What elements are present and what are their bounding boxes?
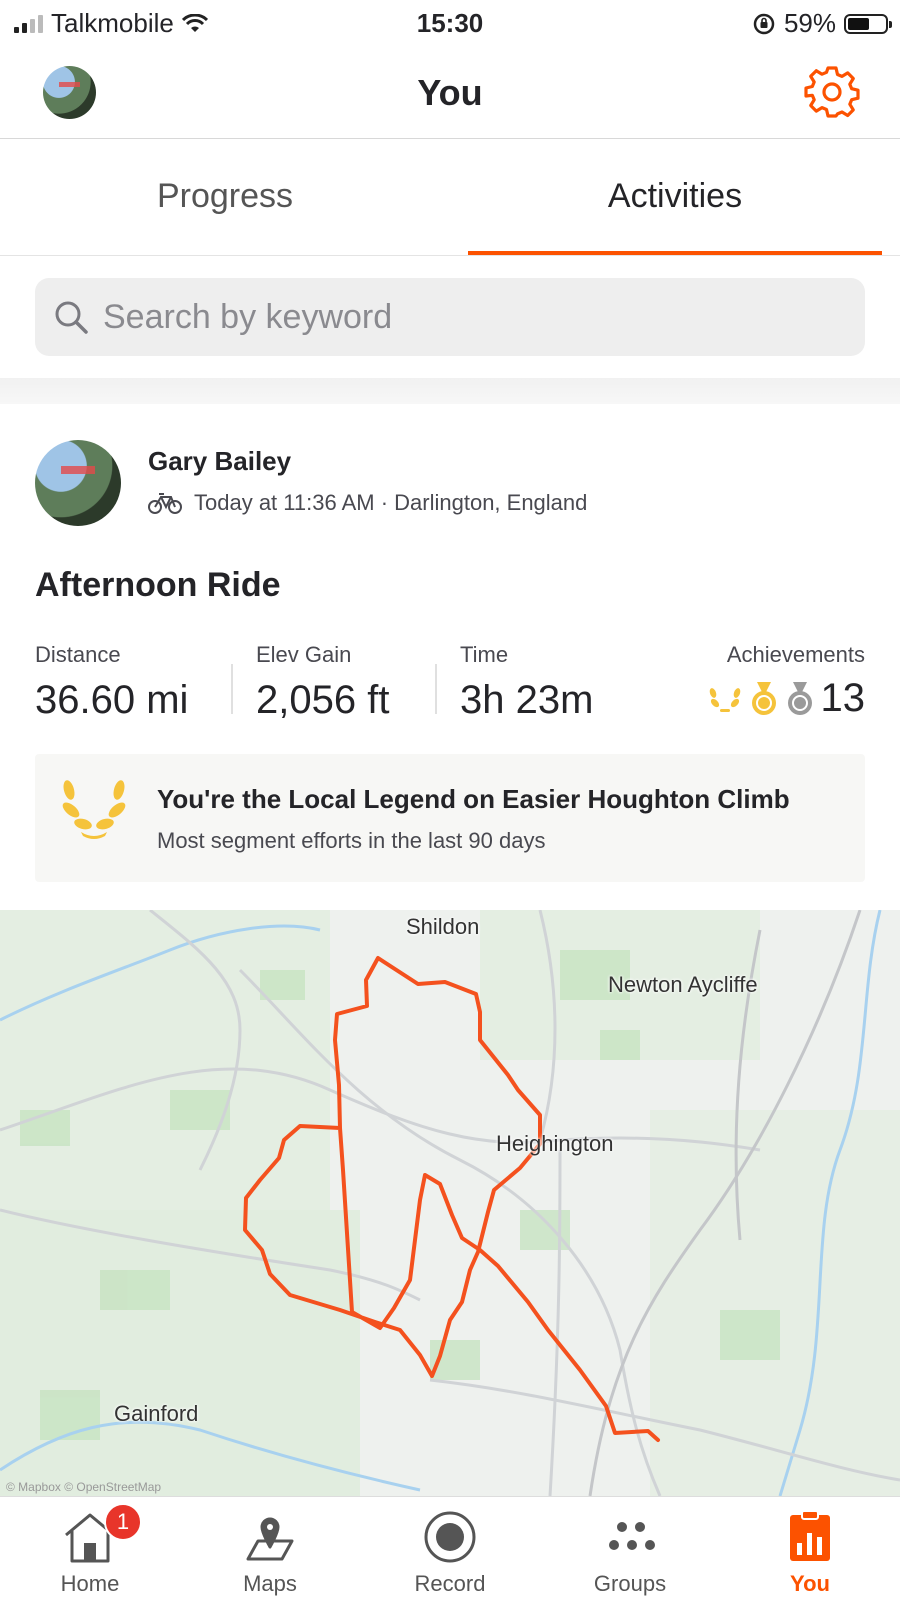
stat-divider — [231, 664, 233, 714]
achievement-count: 13 — [820, 676, 866, 720]
notification-badge: 1 — [104, 1503, 142, 1541]
stat-label: Time — [460, 642, 509, 667]
local-legend-subtitle: Most segment efforts in the last 90 days — [157, 828, 546, 853]
map-label-shildon: Shildon — [406, 914, 480, 939]
status-bar: Talkmobile 15:30 59% — [0, 0, 900, 46]
activity-card[interactable]: Gary Bailey Today at 11:36 AM · Darlingt… — [0, 404, 900, 1496]
stat-elev-gain: Elev Gain 2,056 ft — [256, 642, 389, 723]
active-tab-indicator — [468, 251, 882, 255]
local-legend-title: You're the Local Legend on Easier Hought… — [157, 784, 790, 814]
bottom-nav: 1 Home Maps Record Groups You — [0, 1496, 900, 1601]
search-bar[interactable] — [35, 278, 865, 356]
search-section — [0, 256, 900, 378]
nav-home-label: Home — [60, 1571, 120, 1596]
status-right: 59% — [752, 8, 892, 39]
top-header: You — [0, 46, 900, 139]
stat-time: Time 3h 23m — [460, 642, 593, 723]
route-map[interactable]: Shildon Newton Aycliffe Heighington Gain… — [0, 910, 900, 1496]
battery-icon — [844, 13, 892, 34]
tab-activities-label: Activities — [607, 177, 743, 215]
stat-value: 3h 23m — [460, 678, 594, 722]
athlete-name[interactable]: Gary Bailey — [148, 446, 291, 477]
stat-label: Distance — [35, 642, 121, 667]
groups-icon — [609, 1522, 655, 1550]
map-attribution[interactable]: © Mapbox © OpenStreetMap — [6, 1480, 161, 1494]
bike-icon — [148, 493, 182, 514]
silver-medal-icon — [787, 681, 812, 715]
laurel-icon — [709, 687, 740, 712]
search-input[interactable] — [101, 296, 805, 338]
battery-percent: 59% — [783, 8, 836, 38]
nav-record[interactable]: Record — [360, 1497, 540, 1601]
stat-value: 36.60 mi — [35, 678, 189, 722]
record-icon — [424, 1511, 476, 1563]
local-legend-laurel-icon — [62, 780, 126, 839]
nav-home[interactable]: 1 Home — [0, 1497, 180, 1601]
athlete-avatar[interactable] — [35, 440, 121, 526]
nav-maps[interactable]: Maps — [180, 1497, 360, 1601]
tab-progress[interactable]: Progress — [0, 138, 450, 255]
map-label-newton-aycliffe: Newton Aycliffe — [608, 972, 758, 997]
gold-medal-icon — [751, 681, 776, 715]
activity-meta-text: Today at 11:36 AM · Darlington, England — [194, 490, 588, 515]
map-label-gainford: Gainford — [114, 1401, 199, 1426]
settings-gear-icon[interactable] — [804, 64, 860, 120]
stat-achievements[interactable]: Achievements 13 — [707, 642, 866, 721]
activity-stats: Distance 36.60 mi Elev Gain 2,056 ft Tim… — [35, 642, 865, 722]
maps-icon — [246, 1517, 294, 1561]
tab-activities[interactable]: Activities — [450, 138, 900, 255]
page-title: You — [417, 72, 483, 113]
stat-divider — [435, 664, 437, 714]
stat-label: Achievements — [726, 642, 865, 667]
activity-meta: Today at 11:36 AM · Darlington, England — [148, 490, 587, 516]
search-icon — [55, 301, 88, 334]
nav-you-label: You — [790, 1571, 830, 1596]
nav-groups-label: Groups — [593, 1571, 667, 1596]
achievement-icons: 13 — [707, 676, 866, 721]
stat-label: Elev Gain — [256, 642, 352, 667]
local-legend-banner[interactable]: You're the Local Legend on Easier Hought… — [35, 754, 865, 882]
rotation-lock-icon — [753, 13, 775, 34]
map-label-heighington: Heighington — [496, 1131, 614, 1156]
nav-maps-label: Maps — [243, 1571, 297, 1596]
tab-bar: Progress Activities — [0, 138, 900, 256]
nav-record-label: Record — [414, 1571, 486, 1596]
battery-level — [848, 17, 870, 30]
nav-you[interactable]: You — [720, 1497, 900, 1601]
nav-groups[interactable]: Groups — [540, 1497, 720, 1601]
activity-title[interactable]: Afternoon Ride — [35, 566, 281, 605]
stat-value: 2,056 ft — [256, 678, 390, 722]
section-divider — [0, 378, 900, 404]
you-icon — [790, 1510, 830, 1561]
stat-distance: Distance 36.60 mi — [35, 642, 188, 723]
